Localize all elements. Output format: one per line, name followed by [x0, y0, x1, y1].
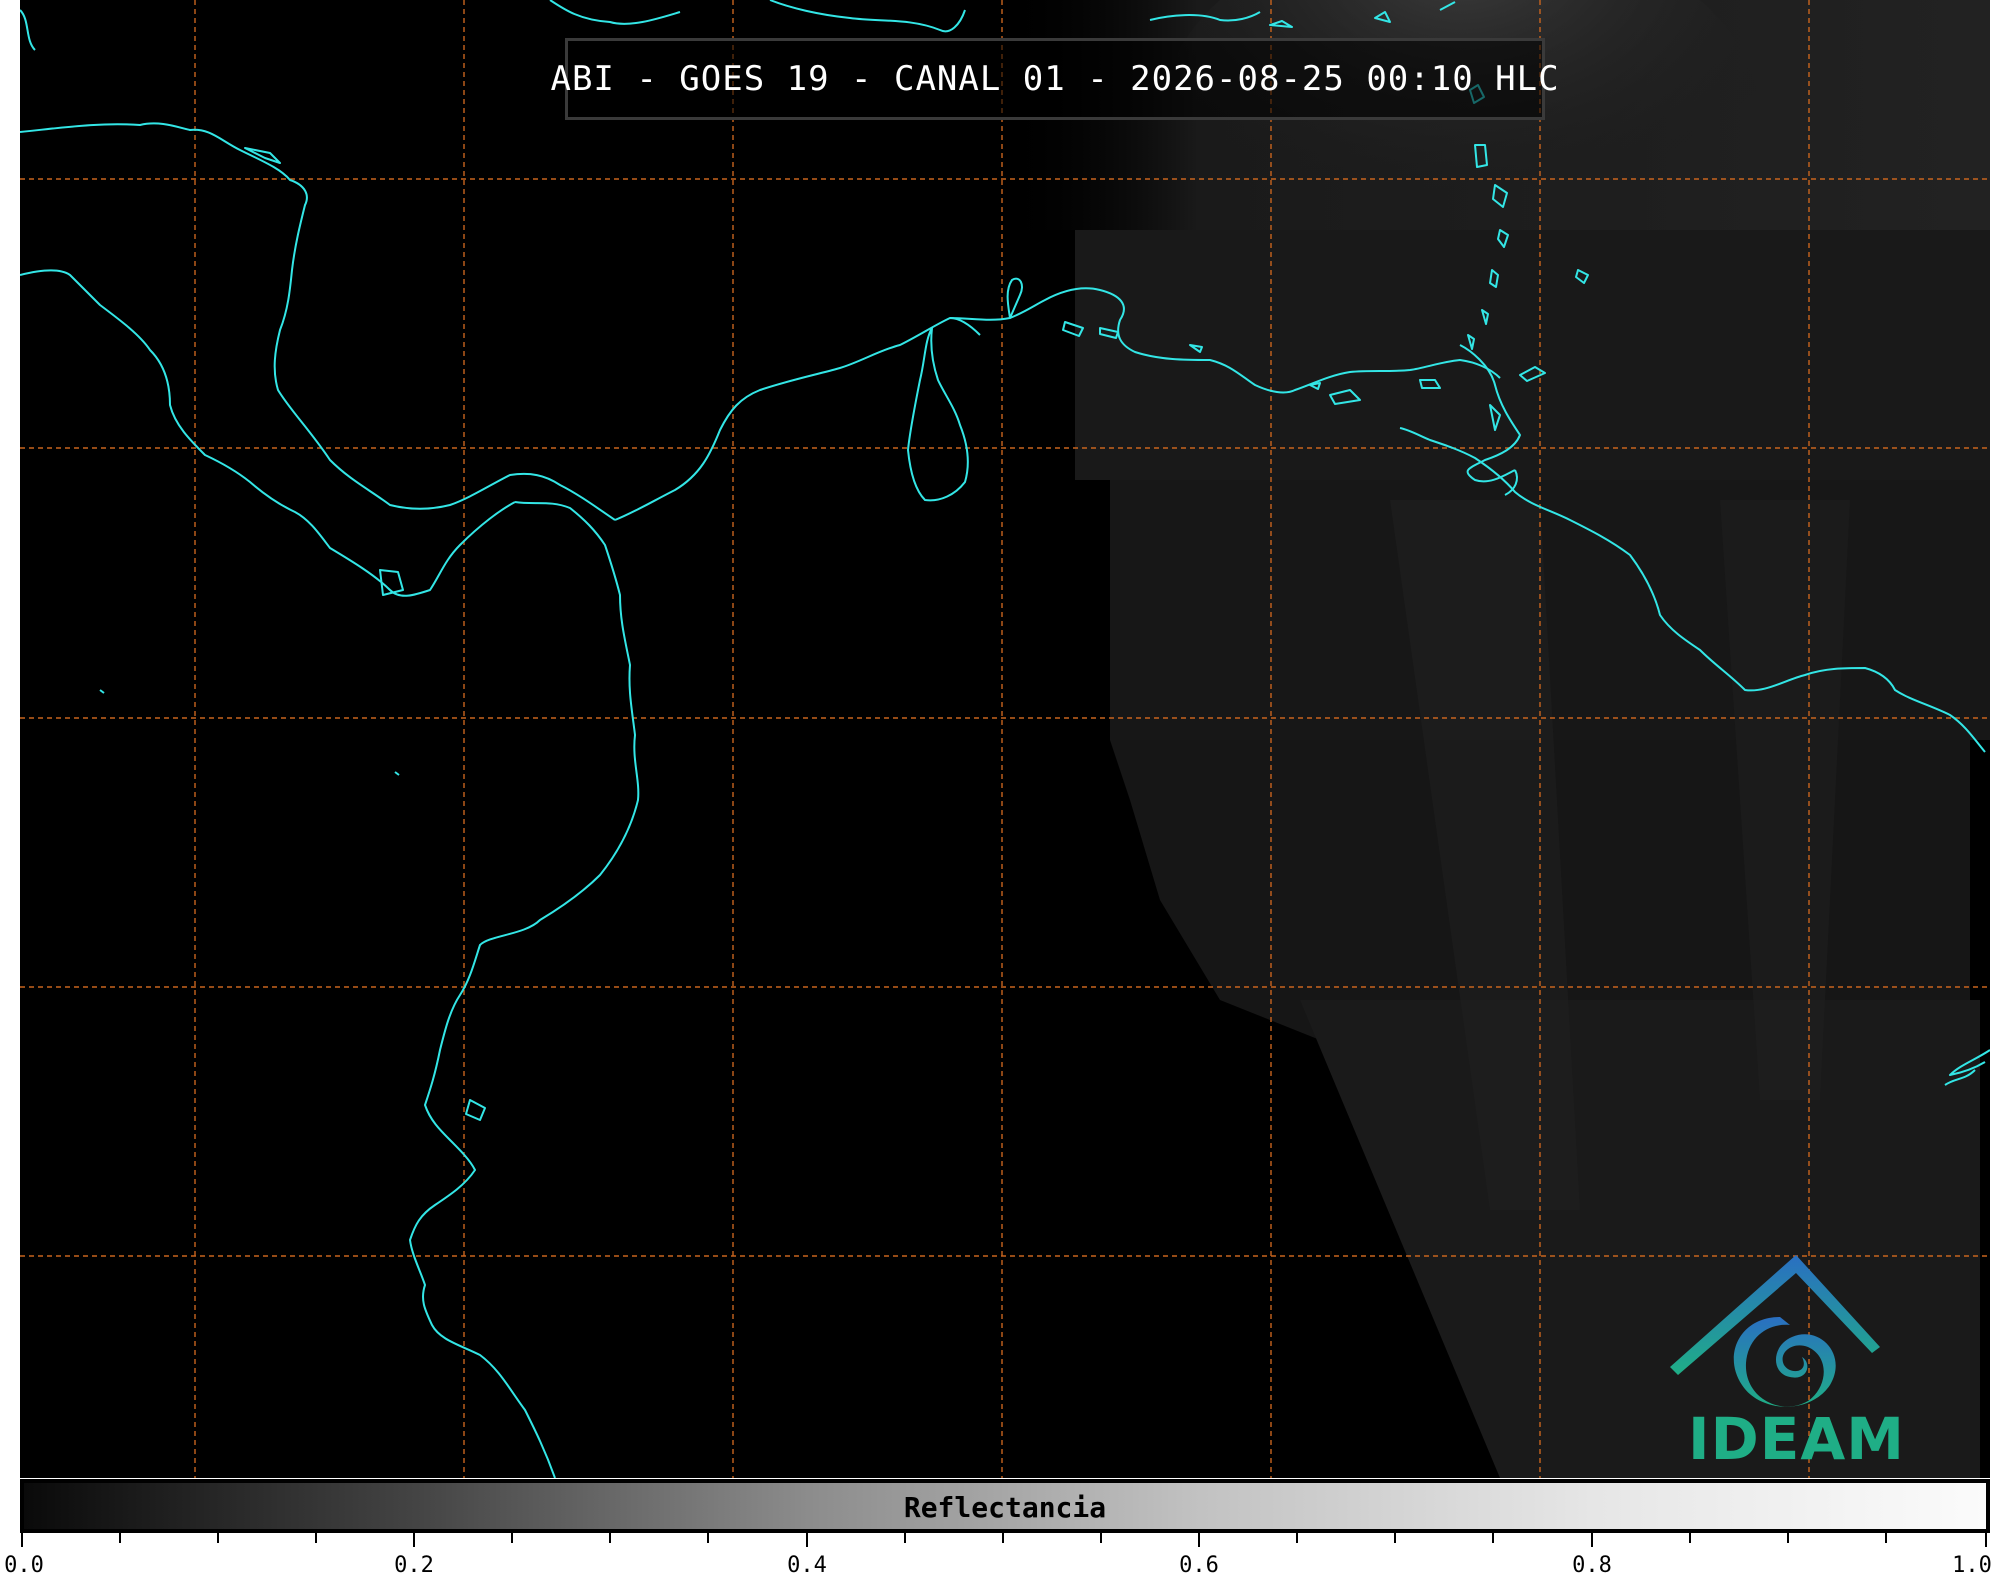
colorbar-tick-label: 0.6: [1179, 1553, 1219, 1578]
colorbar: Reflectancia: [20, 1479, 1990, 1533]
map-title: ABI - GOES 19 - CANAL 01 - 2026-08-25 00…: [550, 59, 1560, 99]
ideam-logo-text: IDEAM: [1688, 1405, 1905, 1473]
colorbar-tick-label: 0.2: [394, 1553, 434, 1578]
colorbar-tick-label: 0.0: [4, 1553, 44, 1578]
colorbar-tick-label: 0.4: [787, 1553, 827, 1578]
colorbar-tick-label: 1.0: [1952, 1553, 1992, 1578]
colorbar-label: Reflectancia: [903, 1491, 1107, 1524]
colorbar-ticks: [21, 1533, 1987, 1547]
colorbar-axis: 0.0 0.2 0.4 0.6 0.8 1.0: [4, 1533, 1992, 1578]
title-banner: ABI - GOES 19 - CANAL 01 - 2026-08-25 00…: [550, 38, 1559, 120]
colorbar-tick-label: 0.8: [1572, 1553, 1612, 1578]
